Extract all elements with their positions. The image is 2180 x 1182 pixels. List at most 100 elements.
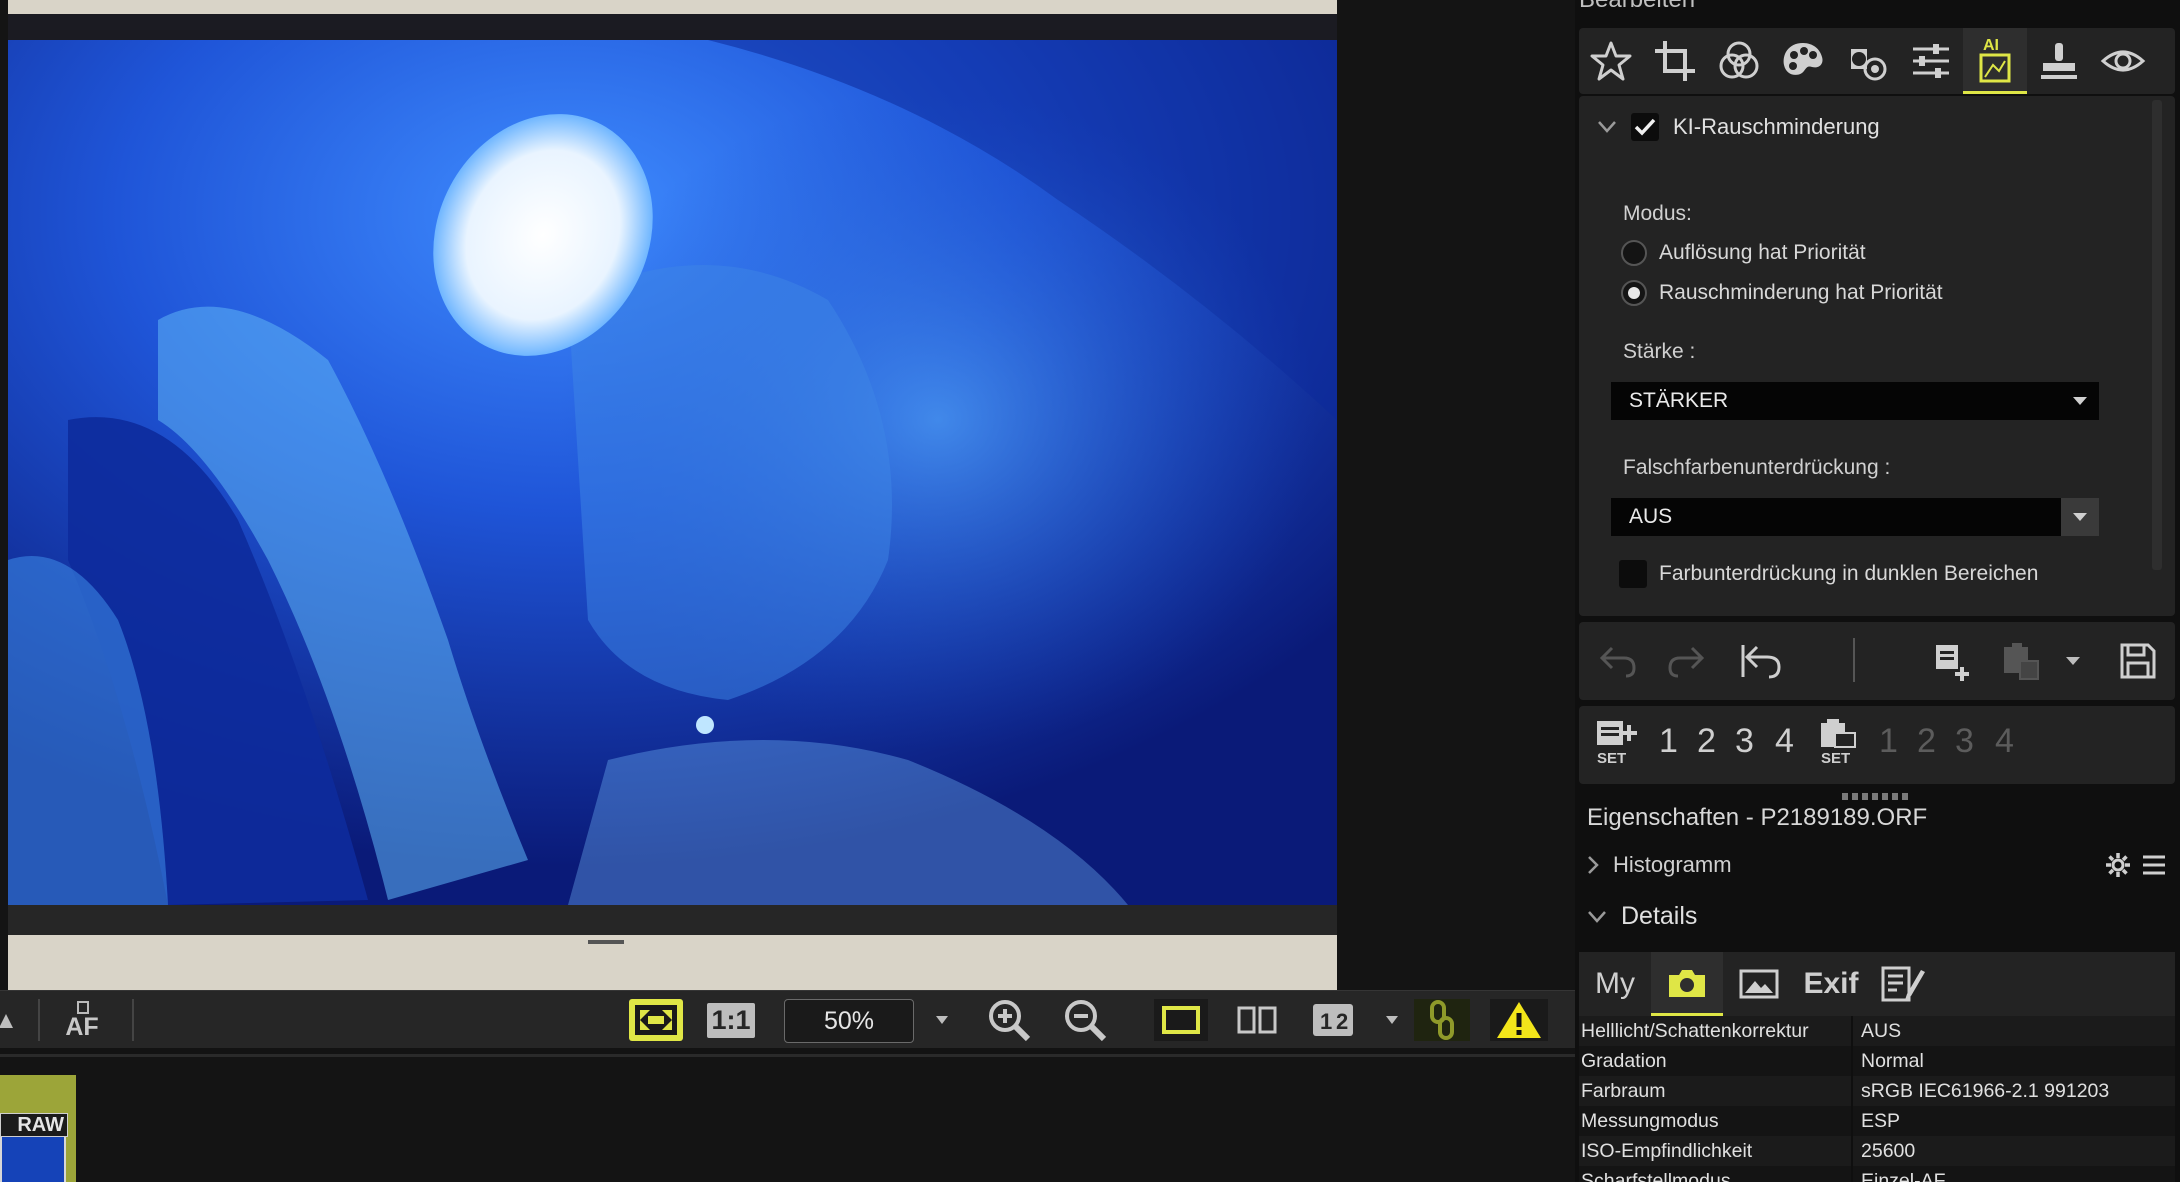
histogram-expander[interactable]: Histogramm	[1587, 852, 1732, 878]
table-row: Farbraum sRGB IEC61966-2.1 991203	[1579, 1076, 2175, 1106]
compare-view-button[interactable]	[1230, 998, 1284, 1042]
false-color-select[interactable]: AUS	[1611, 498, 2099, 536]
tab-image[interactable]	[1723, 952, 1795, 1016]
split-dropdown-arrow-icon[interactable]	[1380, 998, 1404, 1042]
palette-icon[interactable]	[1771, 28, 1835, 94]
apply-set-2[interactable]: 2	[1697, 722, 1716, 761]
dark-areas-option[interactable]: Farbunterdrückung in dunklen Bereichen	[1619, 560, 2038, 588]
detail-value: 25600	[1853, 1136, 2175, 1166]
chevron-down-icon[interactable]	[1597, 120, 1617, 134]
false-color-value: AUS	[1629, 505, 1673, 528]
detail-key: Helllicht/Schattenkorrektur	[1579, 1016, 1853, 1046]
gear-icon[interactable]	[2105, 852, 2131, 878]
zoom-1to1-button[interactable]: 1:1	[704, 998, 758, 1042]
properties-title: Eigenschaften - P2189189.ORF	[1587, 804, 1928, 831]
detail-value: Einzel-AF	[1853, 1166, 2175, 1182]
details-expander[interactable]: Details	[1587, 902, 1697, 931]
image-viewer[interactable]	[0, 0, 1575, 990]
table-row: Helllicht/Schattenkorrektur AUS	[1579, 1016, 2175, 1046]
chevron-down-icon	[2061, 382, 2099, 420]
thumbnail-selected[interactable]: RAW	[0, 1075, 76, 1182]
tab-edit-notes[interactable]	[1867, 952, 1939, 1016]
single-view-button[interactable]	[1154, 999, 1208, 1041]
crop-icon[interactable]	[1643, 28, 1707, 94]
histogram-tools	[2105, 852, 2167, 878]
strength-value: STÄRKER	[1629, 389, 1729, 412]
radio-noise[interactable]	[1621, 280, 1647, 306]
paste-set-icon[interactable]: SET	[1815, 716, 1863, 766]
paste-set-2[interactable]: 2	[1917, 722, 1936, 761]
detail-value: AUS	[1853, 1016, 2175, 1046]
properties-tab-bar: My Exif	[1579, 952, 2175, 1016]
dark-areas-checkbox[interactable]	[1619, 560, 1647, 588]
tab-camera[interactable]	[1651, 952, 1723, 1016]
apply-set-4[interactable]: 4	[1775, 722, 1794, 761]
af-label: AF	[65, 1013, 99, 1041]
stamp-icon[interactable]	[2027, 28, 2091, 94]
paste-set-4[interactable]: 4	[1995, 722, 2014, 761]
edit-notes-icon	[1881, 966, 1925, 1002]
toolbar-divider	[1853, 638, 1855, 682]
apply-set-icon[interactable]: SET	[1593, 716, 1641, 766]
ai-denoise-icon[interactable]: AI	[1963, 28, 2027, 94]
detail-key: ISO-Empfindlichkeit	[1579, 1136, 1853, 1166]
mode-option-resolution[interactable]: Auflösung hat Priorität	[1621, 240, 1866, 266]
paste-set-3[interactable]: 3	[1955, 722, 1974, 761]
tab-my[interactable]: My	[1579, 952, 1651, 1016]
scrollbar[interactable]	[2152, 100, 2162, 570]
paste-dropdown-arrow-icon[interactable]	[2059, 636, 2087, 686]
apply-set-3[interactable]: 3	[1735, 722, 1754, 761]
radio-resolution[interactable]	[1621, 240, 1647, 266]
details-label: Details	[1621, 902, 1698, 930]
dark-areas-label: Farbunterdrückung in dunklen Bereichen	[1659, 562, 2039, 585]
viewer-toolbar: AF 1:1 50% 12	[0, 990, 1575, 1048]
detail-key: Messungmodus	[1579, 1106, 1853, 1136]
mode-label: Modus:	[1623, 202, 1692, 225]
detail-value: Normal	[1853, 1046, 2175, 1076]
redo-icon[interactable]	[1661, 636, 1711, 686]
svg-text:2: 2	[1336, 1009, 1348, 1034]
settings-set-bar: SET 1 2 3 4 SET 1 2 3 4	[1579, 706, 2175, 784]
sync-link-button[interactable]	[1414, 999, 1470, 1041]
zoom-input[interactable]: 50%	[784, 999, 914, 1043]
false-color-label: Falschfarbenunterdrückung :	[1623, 456, 1891, 479]
toolbar-divider	[132, 999, 134, 1041]
color-circles-icon[interactable]	[1707, 28, 1771, 94]
zoom-in-icon[interactable]	[984, 998, 1034, 1042]
zoom-out-icon[interactable]	[1060, 998, 1110, 1042]
highlight-warning-button[interactable]	[1490, 999, 1548, 1041]
copy-settings-icon[interactable]	[1929, 636, 1979, 686]
eye-icon[interactable]	[2091, 28, 2155, 94]
revert-icon[interactable]	[1733, 636, 1789, 686]
fit-screen-icon	[635, 1005, 677, 1035]
noise-reduction-header: KI-Rauschminderung	[1597, 110, 1880, 144]
noise-reduction-title: KI-Rauschminderung	[1673, 114, 1880, 139]
photo-preview[interactable]	[8, 0, 1337, 990]
sliders-icon[interactable]	[1899, 28, 1963, 94]
noise-reduction-enable-checkbox[interactable]	[1631, 113, 1659, 141]
checkmark-icon	[1634, 118, 1656, 136]
undo-icon[interactable]	[1593, 636, 1643, 686]
paste-set-1[interactable]: 1	[1879, 722, 1898, 761]
menu-icon[interactable]	[2141, 852, 2167, 878]
apply-set-1[interactable]: 1	[1659, 722, 1678, 761]
tab-exif[interactable]: Exif	[1795, 952, 1867, 1016]
panel-resize-handle[interactable]	[1842, 793, 1912, 800]
strength-label: Stärke :	[1623, 340, 1696, 363]
set-label: SET	[1821, 750, 1850, 765]
arrow-up-icon[interactable]	[0, 998, 14, 1042]
fit-to-screen-button[interactable]	[629, 999, 683, 1041]
star-icon[interactable]	[1579, 28, 1643, 94]
app-window: AF 1:1 50% 12 RAW AI KI-Rauschminderung …	[0, 0, 2180, 1182]
split-view-button[interactable]: 12	[1306, 998, 1360, 1042]
af-point-button[interactable]: AF	[60, 998, 104, 1042]
tone-icon[interactable]	[1835, 28, 1899, 94]
zoom-dropdown-arrow-icon[interactable]	[930, 998, 954, 1042]
noise-reduction-section: KI-Rauschminderung Modus: Auflösung hat …	[1579, 96, 2175, 616]
set-label: SET	[1597, 750, 1626, 765]
strength-select[interactable]: STÄRKER	[1611, 382, 2099, 420]
save-icon[interactable]	[2113, 636, 2163, 686]
link-icon	[1430, 1000, 1454, 1040]
mode-option-noise[interactable]: Rauschminderung hat Priorität	[1621, 280, 1943, 306]
paste-settings-icon[interactable]	[1997, 636, 2047, 686]
